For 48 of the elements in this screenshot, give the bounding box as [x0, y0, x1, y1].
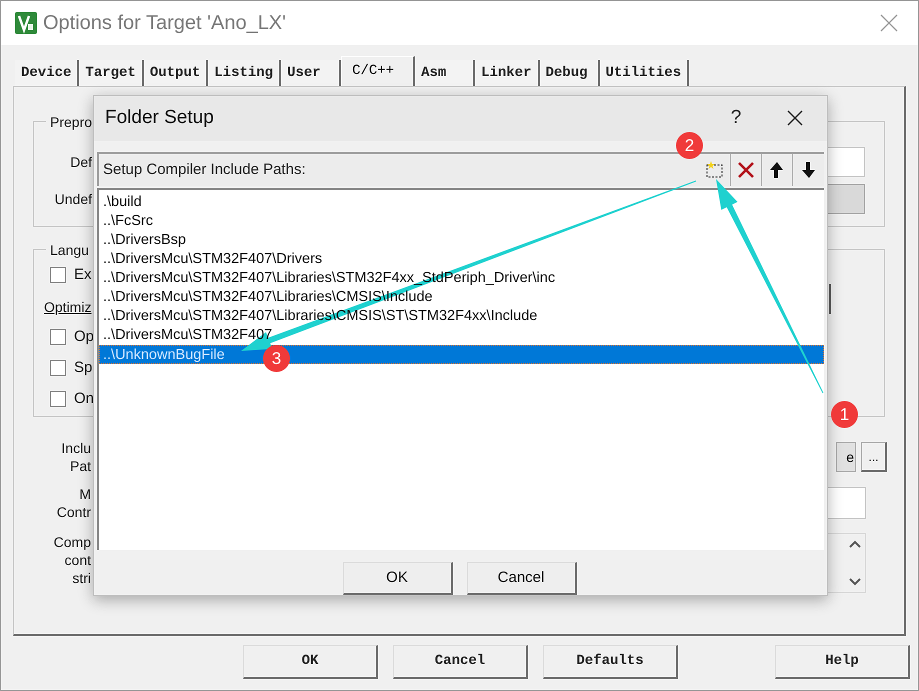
settings-button[interactable]: e: [836, 442, 856, 472]
arrow-up-icon: [769, 160, 785, 179]
checkbox-label: On: [74, 388, 94, 409]
field-label: stri: [72, 569, 91, 587]
field-label: Comp: [54, 533, 91, 551]
checkbox[interactable]: [50, 329, 66, 345]
list-item[interactable]: .\build: [99, 192, 824, 212]
app-icon: [15, 12, 37, 34]
dialog-button[interactable]: Cancel: [393, 645, 528, 679]
list-item[interactable]: ..\FcSrc: [99, 212, 824, 231]
new-folder-icon: [705, 160, 725, 179]
field-label: Contr: [56, 503, 91, 521]
list-item[interactable]: ..\DriversMcu\STM32F407\Drivers: [99, 250, 824, 269]
dialog-title: Folder Setup: [105, 106, 214, 130]
tab[interactable]: C/C++: [341, 56, 416, 86]
list-header: Setup Compiler Include Paths:: [97, 152, 700, 186]
delete-icon: [737, 160, 755, 179]
scroll-down-icon[interactable]: [849, 578, 861, 586]
text-field[interactable]: [825, 147, 865, 177]
dialog-button[interactable]: OK: [342, 562, 452, 595]
field-label: Pat: [70, 457, 91, 475]
text-area[interactable]: [826, 533, 866, 593]
field-label: Inclu: [61, 439, 91, 457]
arrow-down-icon: [800, 160, 816, 179]
dialog-button[interactable]: Defaults: [543, 645, 678, 679]
dialog-button[interactable]: Help: [775, 645, 910, 679]
step-badge: 1: [831, 401, 858, 428]
checkbox-label: Op: [74, 326, 94, 347]
list-item[interactable]: ..\DriversMcu\STM32F407: [99, 326, 824, 345]
field-label: Undef: [54, 190, 92, 208]
section-label: Optimiz: [44, 298, 92, 315]
checkbox-label: Sp: [74, 358, 92, 378]
close-icon[interactable]: [787, 110, 803, 126]
field-label: Def: [69, 152, 92, 172]
field-label: M: [79, 485, 91, 503]
window-title: Options for Target 'Ano_LX': [43, 11, 286, 36]
dialog-button[interactable]: Cancel: [466, 562, 576, 595]
scroll-up-icon[interactable]: [849, 540, 861, 548]
field-label: cont: [64, 551, 91, 569]
dialog-button[interactable]: OK: [243, 645, 378, 679]
list-item[interactable]: ..\DriversBsp: [99, 230, 824, 250]
checkbox[interactable]: [50, 391, 66, 407]
checkbox[interactable]: [50, 267, 66, 283]
text-field[interactable]: [826, 487, 866, 519]
help-button[interactable]: ?: [721, 104, 751, 133]
checkbox[interactable]: [50, 360, 66, 376]
browse-button[interactable]: ...: [861, 442, 887, 472]
checkbox-label: Ex: [74, 264, 92, 285]
